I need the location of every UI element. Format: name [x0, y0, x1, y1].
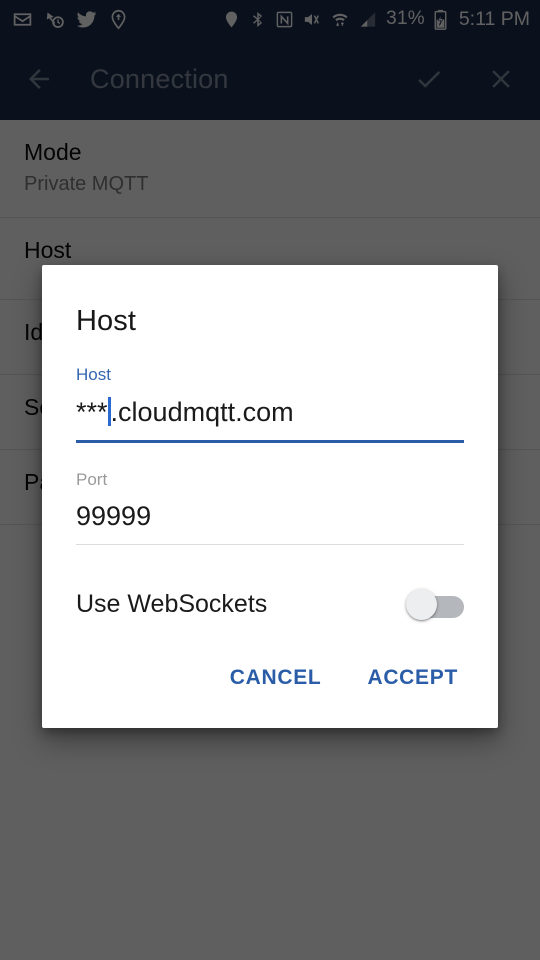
use-websockets-label: Use WebSockets [76, 589, 268, 618]
port-field[interactable]: Port 99999 [76, 471, 464, 546]
host-field-value[interactable]: *** .cloudmqtt.com [76, 397, 464, 428]
host-field-label: Host [76, 365, 111, 384]
dialog-title: Host [76, 305, 137, 337]
port-field-underline [76, 544, 464, 546]
use-websockets-toggle[interactable] [406, 589, 464, 621]
host-field[interactable]: Host *** .cloudmqtt.com [76, 366, 464, 443]
phone-screen: Mode Private MQTT Host Identity Security… [0, 0, 540, 960]
port-field-value[interactable]: 99999 [76, 501, 464, 532]
dialog-actions: CANCEL ACCEPT [76, 658, 464, 698]
host-dialog: Host Host *** .cloudmqtt.com Port 99999 U… [42, 265, 498, 728]
port-field-label: Port [76, 469, 108, 489]
cancel-button[interactable]: CANCEL [224, 658, 328, 698]
accept-button[interactable]: ACCEPT [361, 658, 464, 698]
host-value-before-caret: *** [76, 397, 108, 427]
host-value-after-caret: .cloudmqtt.com [110, 397, 294, 427]
use-websockets-row[interactable]: Use WebSockets [76, 589, 464, 621]
host-field-underline [76, 439, 464, 443]
